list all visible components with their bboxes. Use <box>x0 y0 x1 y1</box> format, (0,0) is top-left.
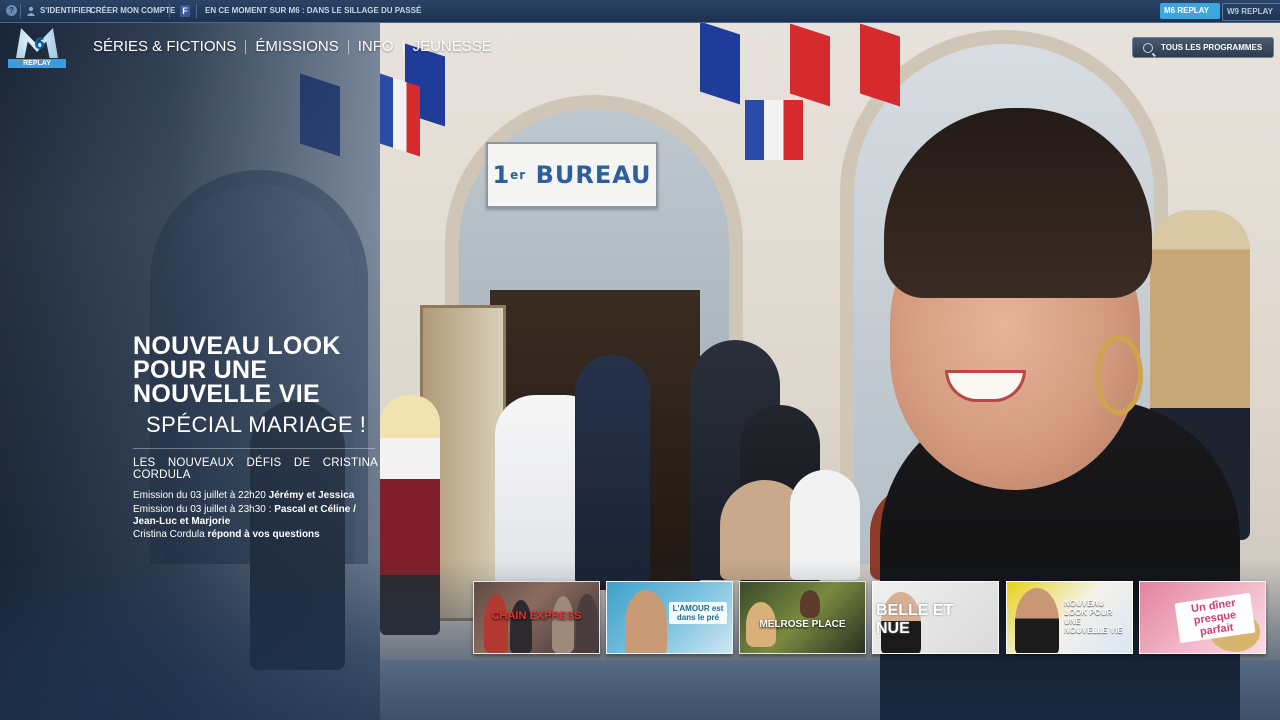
featured-title[interactable]: NOUVEAU LOOK POUR UNE NOUVELLE VIE <box>133 332 378 408</box>
thumbnail-program[interactable]: L'AMOUR est dans le pré <box>606 581 733 654</box>
thumbnail-title: L'AMOUR est dans le pré <box>669 602 727 624</box>
questions-prefix: Cristina Cordula <box>133 529 208 540</box>
nav-jeunesse[interactable]: JEUNESSE <box>413 38 492 55</box>
groom <box>575 355 650 585</box>
episode-couple: Jérémy et Jessica <box>268 490 355 501</box>
facebook-icon: f <box>180 5 190 17</box>
m6-logo-six: 6 <box>34 34 46 53</box>
thumbnail-program[interactable]: BELLE ET NUE <box>872 581 999 654</box>
search-icon <box>1143 42 1153 53</box>
eu-flag-top <box>700 21 740 105</box>
m6-replay-badge[interactable]: M6 REPLAY <box>1160 3 1220 19</box>
nav-info[interactable]: INFO <box>358 38 394 55</box>
episode-link[interactable]: Emission du 03 juillet à 23h30 : Pascal … <box>133 504 378 528</box>
thumbnail-program[interactable]: CHAIN EXPRESS <box>473 581 600 654</box>
featured-subtitle: SPÉCIAL MARIAGE ! <box>146 412 367 437</box>
featured-title-line: POUR UNE <box>133 356 268 384</box>
featured-program-info: NOUVEAU LOOK POUR UNE NOUVELLE VIE SPÉCI… <box>133 334 378 543</box>
thumbnail-title: MELROSE PLACE <box>759 619 846 630</box>
divider <box>169 4 170 18</box>
nav-divider <box>245 39 247 54</box>
featured-title-line: NOUVEAU LOOK <box>133 332 341 360</box>
gold-earring <box>1095 335 1143 415</box>
m6-replay-logo[interactable]: 6 REPLAY <box>8 28 66 68</box>
featured-title-line: NOUVELLE VIE <box>133 380 320 408</box>
all-programs-button[interactable]: TOUS LES PROGRAMMES <box>1132 37 1274 58</box>
bureau-sign: 1 er BUREAU <box>486 142 658 208</box>
m6-replay-page: 1 er BUREAU ? S'IDENTIFIER CRÉER MON COM… <box>0 0 1280 720</box>
bureau-sign-sup: er <box>510 168 527 182</box>
facebook-button[interactable]: f <box>180 5 190 17</box>
nav-emissions[interactable]: ÉMISSIONS <box>255 38 338 55</box>
questions-label: répond à vos questions <box>207 529 320 540</box>
red-flag-right <box>860 23 900 107</box>
thumb-figure <box>625 590 667 653</box>
thumb-figure <box>1015 588 1059 653</box>
thumbnail-title: BELLE ET NUE <box>876 602 954 637</box>
thumb-figure <box>484 594 508 653</box>
now-on-air-link[interactable]: EN CE MOMENT SUR M6 : DANS LE SILLAGE DU… <box>205 0 421 22</box>
episode-date: Emission du 03 juillet à 23h30 : <box>133 503 275 515</box>
now-on-air-label: EN CE MOMENT SUR M6 : DANS LE SILLAGE DU… <box>205 6 422 15</box>
nav-divider <box>347 39 349 54</box>
w9-replay-badge[interactable]: W9 REPLAY <box>1222 3 1280 21</box>
divider <box>20 4 21 18</box>
thumbnail-title: CHAIN EXPRESS <box>491 610 582 622</box>
nav-series-fictions[interactable]: SÉRIES & FICTIONS <box>93 38 236 55</box>
thumb-figure <box>800 590 820 618</box>
french-flag <box>380 73 420 157</box>
main-navigation: SÉRIES & FICTIONS ÉMISSIONS INFO JEUNESS… <box>93 38 492 55</box>
nav-divider <box>402 39 404 54</box>
thumbnail-program[interactable]: Un dîner presque parfait <box>1139 581 1266 654</box>
thumb-figure <box>576 594 598 653</box>
questions-link[interactable]: Cristina Cordula répond à vos questions <box>133 529 378 541</box>
featured-description: LES NOUVEAUX DÉFIS DE CRISTINA CORDULA <box>133 457 378 481</box>
help-icon[interactable]: ? <box>6 5 17 16</box>
all-programs-label: TOUS LES PROGRAMMES <box>1161 43 1263 52</box>
bureau-sign-number: 1 <box>492 161 511 189</box>
thumbnail-program[interactable]: NOUVEAU LOOK POUR UNE NOUVELLE VIE <box>1006 581 1133 654</box>
french-flag-center <box>745 100 803 160</box>
episode-link[interactable]: Emission du 03 juillet à 22h20 Jérémy et… <box>133 490 378 502</box>
login-label: S'IDENTIFIER <box>40 6 92 15</box>
bureau-sign-text: BUREAU <box>535 161 652 189</box>
create-account-label: CRÉER MON COMPTE <box>90 6 176 15</box>
m6-logo-replay: REPLAY <box>8 59 66 68</box>
headline-divider <box>133 448 375 449</box>
login-link[interactable]: S'IDENTIFIER <box>26 0 92 22</box>
user-icon <box>27 6 35 16</box>
red-flag <box>790 23 830 107</box>
episode-date: Emission du 03 juillet à 22h20 <box>133 490 269 501</box>
top-utility-bar: ? S'IDENTIFIER CRÉER MON COMPTE f EN CE … <box>0 0 1280 23</box>
thumbnail-title: NOUVEAU LOOK POUR UNE NOUVELLE VIE <box>1064 599 1123 635</box>
thumb-figure <box>552 596 574 653</box>
thumbnail-program[interactable]: MELROSE PLACE <box>739 581 866 654</box>
create-account-link[interactable]: CRÉER MON COMPTE <box>90 0 175 22</box>
divider <box>196 4 197 18</box>
